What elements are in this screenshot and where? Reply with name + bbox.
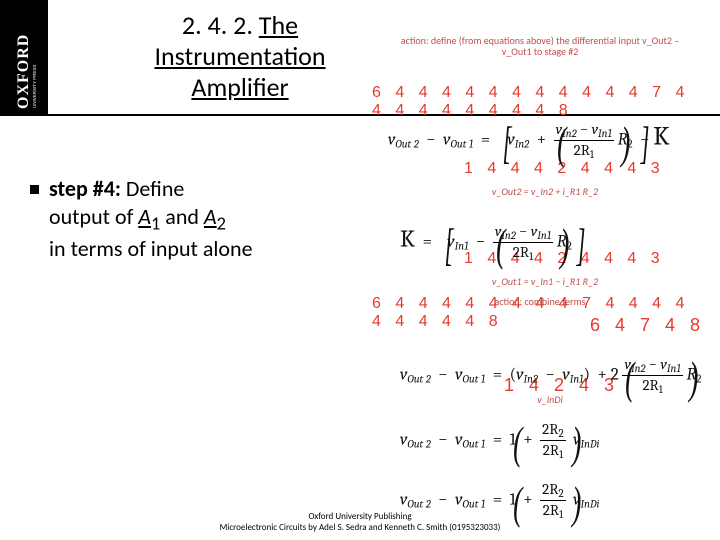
oxford-logo: OXFORD UNIVERSITY PRESS [0, 0, 48, 116]
svg-text:UNIVERSITY PRESS: UNIVERSITY PRESS [32, 65, 37, 108]
bullet-icon [30, 185, 39, 194]
footer-line2: Microelectronic Circuits by Adel S. Sedr… [0, 523, 720, 534]
title-number: 2. 4. 2. [182, 9, 259, 41]
A2-sub: 2 [217, 212, 226, 234]
footer: Oxford University Publishing Microelectr… [0, 512, 720, 534]
oxford-logo-svg: OXFORD UNIVERSITY PRESS [6, 6, 42, 110]
svg-text:OXFORD: OXFORD [15, 34, 32, 109]
step-rest-2: output of [49, 203, 138, 230]
equation-row3: vOut 2 − vOut 1 = (vIn2 − vIn1) + 2 ( vI… [400, 355, 701, 396]
A1: A [138, 203, 151, 230]
step-description: step #4: Define output of A1 and A2 in t… [30, 175, 310, 262]
section-title: 2. 4. 2. The Instrumentation Amplifier [120, 10, 360, 104]
annot-row2: v_Out2 = v_In2 + i_R1 R_2 [470, 187, 620, 198]
brace-digits-5: 6 4 7 4 8 [590, 315, 705, 336]
A1-sub: 1 [151, 212, 160, 234]
equation-row4: vOut 2 − vOut 1 = ( 1 + 2R2 2R1 ) vInDi [400, 420, 599, 461]
equation-row2: K = [ vIn1 − ( vIn2 − vIn1 2R1 ) R2 ] [400, 222, 572, 263]
annot-top: action: define (from equations above) th… [400, 36, 680, 57]
annot-row3: v_Out1 = v_In1 − i_R1 R_2 [470, 277, 620, 288]
annot-row4: action: combine terms [400, 297, 680, 308]
equation-row1: vOut 2 − vOut 1 = [ vIn2 + ( vIn2 − vIn1… [388, 120, 670, 161]
step-lead: step #4: [49, 175, 121, 202]
header-rule [48, 114, 720, 116]
step-rest-1: Define [121, 175, 184, 202]
annot-row5: v_InDi [490, 395, 610, 406]
and-word: and [160, 203, 204, 230]
slide-root: { "title": { "num": "2. 4. 2. ", "word":… [0, 0, 720, 540]
A2: A [204, 203, 217, 230]
step-rest-3: in terms of input alone [30, 235, 310, 263]
